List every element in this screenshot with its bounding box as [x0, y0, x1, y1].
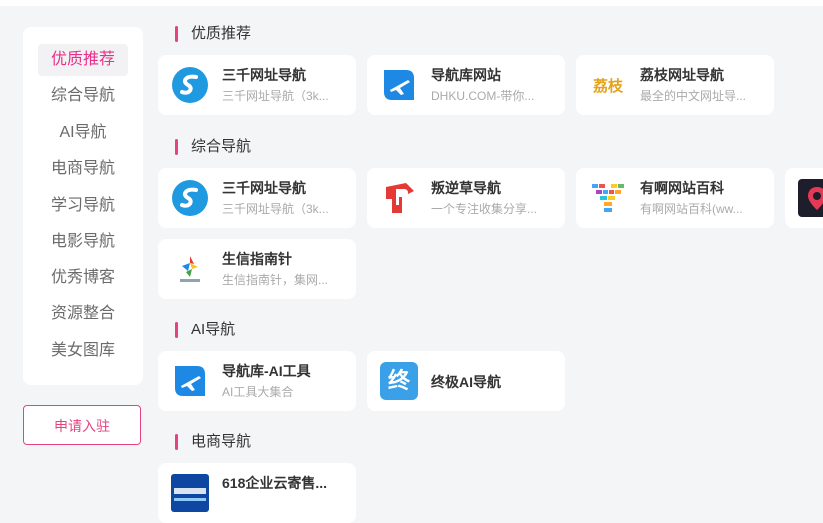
sanqian-s-icon [172, 67, 208, 103]
site-card[interactable]: 生信指南针 生信指南针，集网... [158, 239, 356, 299]
site-card[interactable]: 三千网址导航 三千网址导航（3k... [158, 55, 356, 115]
category-sidebar: 优质推荐 综合导航 AI导航 电商导航 学习导航 电影导航 优秀博客 资源整合 … [23, 27, 143, 385]
apply-button[interactable]: 申请入驻 [23, 405, 141, 445]
flag-p-icon [386, 183, 414, 213]
card-desc: 一个专注收集分享... [431, 202, 538, 216]
card-title: 叛逆草导航 [431, 180, 501, 196]
sidebar-item-ai[interactable]: AI导航 [38, 117, 128, 149]
sidebar-item-study[interactable]: 学习导航 [38, 190, 128, 222]
card-title: 导航库-AI工具 [222, 363, 311, 379]
cloud-logo-icon [171, 474, 209, 512]
lizhi-logo-icon: 荔枝 [592, 76, 623, 95]
site-card[interactable]: 导航库-AI工具 AI工具大集合 [158, 351, 356, 411]
section-title-general: 综合导航 [175, 138, 251, 156]
section-marker [175, 26, 178, 42]
site-card[interactable] [785, 168, 823, 228]
card-title: 终极AI导航 [431, 374, 501, 390]
site-card[interactable]: 三千网址导航 三千网址导航（3k... [158, 168, 356, 228]
card-title: 荔枝网址导航 [640, 67, 724, 83]
card-desc: 三千网址导航（3k... [222, 89, 329, 103]
compass-logo-icon [180, 256, 200, 282]
section-title-text: 优质推荐 [191, 25, 252, 42]
sidebar-item-ecommerce[interactable]: 电商导航 [38, 153, 128, 185]
sanqian-s-icon [172, 180, 208, 216]
card-title: 导航库网站 [431, 67, 501, 83]
sidebar-item-movies[interactable]: 电影导航 [38, 226, 128, 258]
card-desc: 三千网址导航（3k... [222, 202, 329, 216]
card-title: 三千网址导航 [222, 67, 306, 83]
card-desc: AI工具大集合 [222, 385, 294, 399]
top-strip [0, 0, 823, 6]
card-title: 生信指南针 [222, 251, 292, 267]
card-title: 618企业云寄售... [222, 475, 328, 491]
card-desc: 有啊网站百科(ww... [640, 202, 743, 216]
section-title-text: AI导航 [191, 321, 236, 338]
site-card[interactable]: 叛逆草导航 一个专注收集分享... [367, 168, 565, 228]
site-card[interactable]: 有啊网站百科 有啊网站百科(ww... [576, 168, 774, 228]
card-desc: DHKU.COM-带你... [431, 89, 535, 103]
section-marker [175, 434, 178, 450]
y-mosaic-icon [592, 184, 624, 212]
site-card[interactable]: 618企业云寄售... [158, 463, 356, 523]
section-title-featured: 优质推荐 [175, 25, 251, 43]
section-title-ecommerce: 电商导航 [175, 433, 251, 451]
sidebar-item-gallery[interactable]: 美女图库 [38, 335, 128, 367]
section-title-text: 电商导航 [191, 433, 252, 450]
section-title-ai: AI导航 [175, 321, 235, 339]
zhong-char-icon: 终 [380, 362, 418, 400]
site-card[interactable]: 导航库网站 DHKU.COM-带你... [367, 55, 565, 115]
sidebar-item-general[interactable]: 综合导航 [38, 80, 128, 112]
card-desc: 最全的中文网址导... [640, 89, 747, 103]
site-card[interactable]: 荔枝 荔枝网址导航 最全的中文网址导... [576, 55, 774, 115]
site-card[interactable]: 终 终极AI导航 [367, 351, 565, 411]
sidebar-item-featured[interactable]: 优质推荐 [38, 44, 128, 76]
plane-icon [175, 366, 205, 396]
pin-icon [798, 179, 823, 217]
card-title: 三千网址导航 [222, 180, 306, 196]
section-marker [175, 139, 178, 155]
card-title: 有啊网站百科 [640, 180, 724, 196]
sidebar-item-resources[interactable]: 资源整合 [38, 298, 128, 330]
plane-icon [384, 70, 414, 100]
section-title-text: 综合导航 [191, 138, 252, 155]
section-marker [175, 322, 178, 338]
sidebar-item-blogs[interactable]: 优秀博客 [38, 262, 128, 294]
card-desc: 生信指南针，集网... [222, 273, 329, 287]
